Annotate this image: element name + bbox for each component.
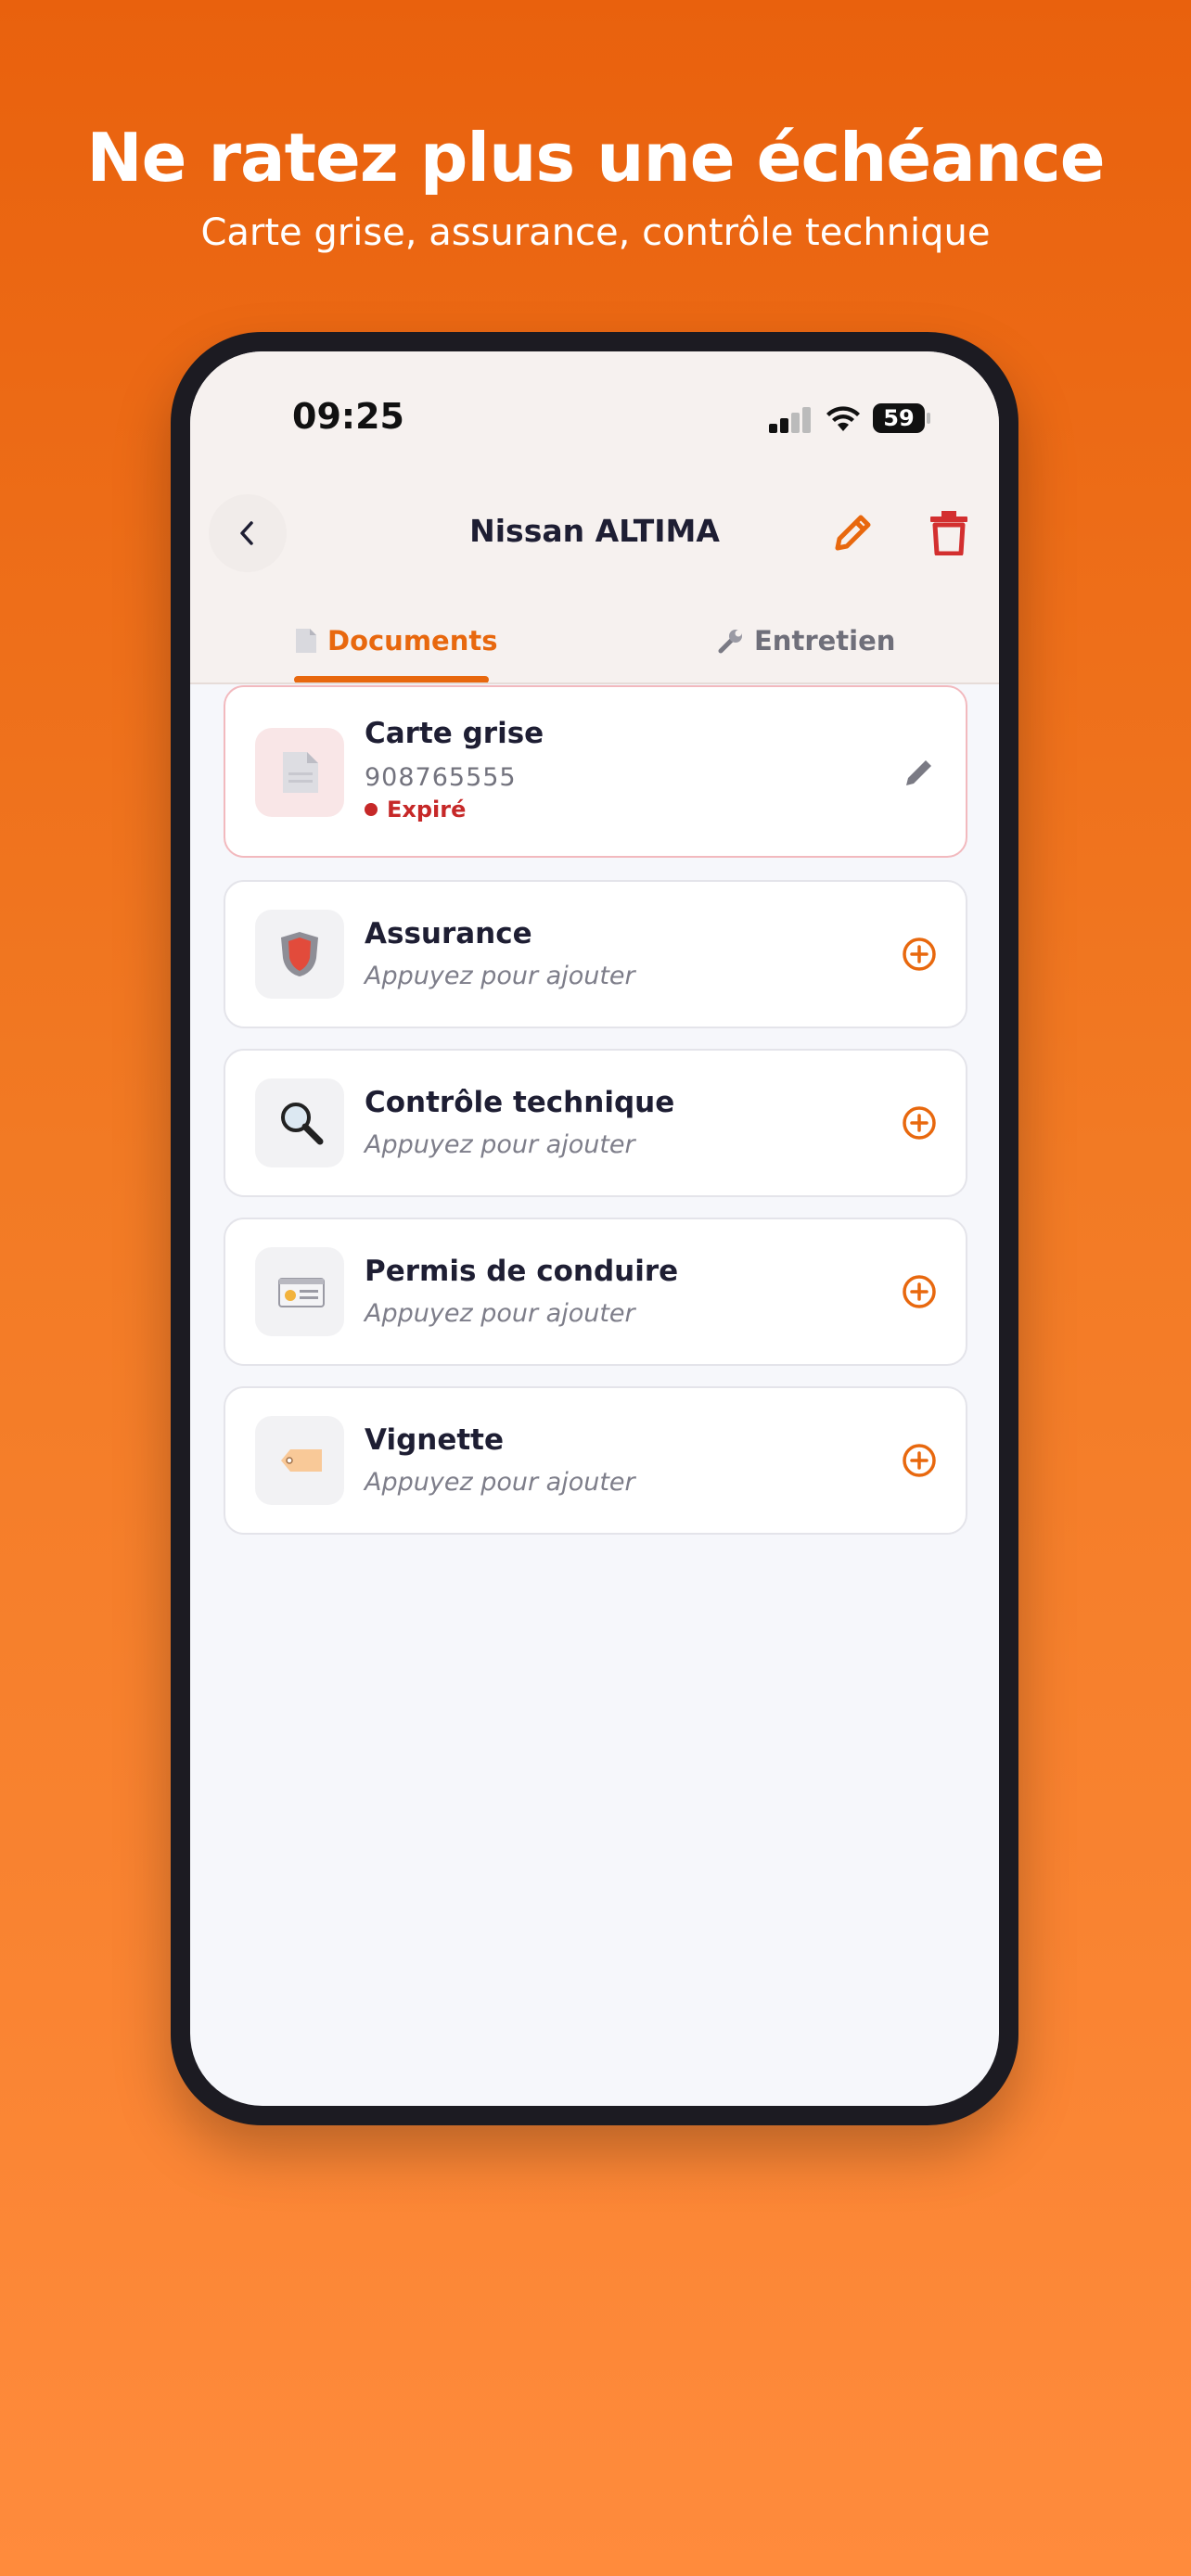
battery-tip xyxy=(927,413,930,424)
tab-entretien[interactable]: Entretien xyxy=(717,620,895,661)
tab-documents[interactable]: Documents xyxy=(294,620,498,661)
magnifier-icon xyxy=(255,1078,344,1167)
status-icons: 59 xyxy=(769,400,936,437)
document-icon xyxy=(255,728,344,817)
card-title: Assurance xyxy=(365,917,532,950)
document-card-permis-de-conduire[interactable]: Permis de conduire Appuyez pour ajouter xyxy=(224,1218,967,1366)
add-circle-icon[interactable] xyxy=(901,1104,938,1141)
tag-icon xyxy=(255,1416,344,1505)
tab-entretien-label: Entretien xyxy=(754,625,896,657)
document-card-carte-grise[interactable]: Carte grise 908765555 Expiré xyxy=(224,685,967,858)
tabs-divider xyxy=(190,682,999,684)
card-title: Vignette xyxy=(365,1423,505,1457)
edit-vehicle-button[interactable] xyxy=(830,509,877,555)
id-card-icon xyxy=(255,1247,344,1336)
document-number: 908765555 xyxy=(365,763,517,792)
phone-frame: 09:25 59 Nissan ALTIMA Documents Entreti… xyxy=(171,332,1018,2125)
cellular-signal-icon xyxy=(769,405,813,433)
tab-documents-label: Documents xyxy=(327,625,498,657)
wifi-icon xyxy=(826,406,860,431)
phone-screen: 09:25 59 Nissan ALTIMA Documents Entreti… xyxy=(190,351,999,2106)
card-hint: Appuyez pour ajouter xyxy=(365,1299,635,1328)
delete-vehicle-button[interactable] xyxy=(928,509,969,555)
status-time: 09:25 xyxy=(292,396,404,437)
battery-icon: 59 xyxy=(873,403,925,433)
card-hint: Appuyez pour ajouter xyxy=(365,962,635,990)
edit-document-button[interactable] xyxy=(901,754,938,791)
document-icon xyxy=(296,629,316,653)
add-circle-icon[interactable] xyxy=(901,1442,938,1479)
status-badge: Expiré xyxy=(365,797,466,823)
wrench-icon xyxy=(718,630,742,654)
status-dot xyxy=(365,803,378,816)
status-label: Expiré xyxy=(387,797,467,823)
document-card-vignette[interactable]: Vignette Appuyez pour ajouter xyxy=(224,1386,967,1535)
add-circle-icon[interactable] xyxy=(901,1273,938,1310)
document-card-assurance[interactable]: Assurance Appuyez pour ajouter xyxy=(224,880,967,1028)
card-hint: Appuyez pour ajouter xyxy=(365,1130,635,1159)
document-card-controle-technique[interactable]: Contrôle technique Appuyez pour ajouter xyxy=(224,1049,967,1197)
promo-headline: Ne ratez plus une échéance xyxy=(86,119,1105,197)
add-circle-icon[interactable] xyxy=(901,936,938,973)
card-title: Contrôle technique xyxy=(365,1086,675,1119)
card-title: Carte grise xyxy=(365,717,544,750)
promo-subline: Carte grise, assurance, contrôle techniq… xyxy=(200,211,991,254)
card-hint: Appuyez pour ajouter xyxy=(365,1468,635,1497)
vehicle-title: Nissan ALTIMA xyxy=(469,513,720,549)
card-title: Permis de conduire xyxy=(365,1255,679,1288)
shield-icon xyxy=(255,910,344,999)
